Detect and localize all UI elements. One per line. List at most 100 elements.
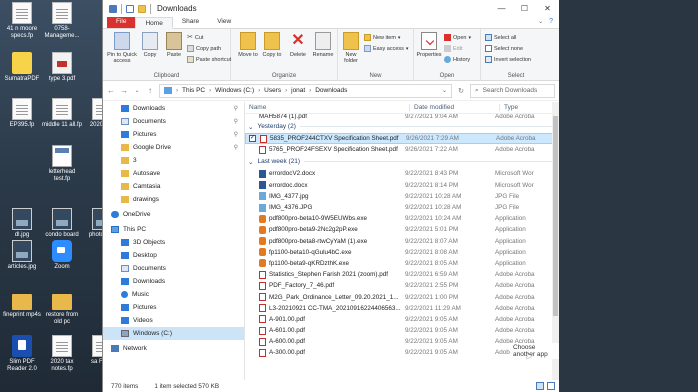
details-view-icon[interactable]: [536, 382, 544, 390]
breadcrumb-item[interactable]: Users: [264, 87, 281, 94]
nav-item[interactable]: Music: [103, 288, 244, 301]
nav-item[interactable]: Videos: [103, 314, 244, 327]
nav-item[interactable]: Documents ⚲: [103, 115, 244, 128]
rename-button[interactable]: Rename: [310, 32, 336, 58]
large-icons-view-icon[interactable]: [547, 382, 555, 390]
file-row[interactable]: PDF_Factory_7_46.pdf 9/22/2021 2:55 PM Ado…: [245, 280, 559, 291]
nav-item[interactable]: Autosave: [103, 167, 244, 180]
desktop-icon[interactable]: restore from old pc: [42, 288, 82, 326]
breadcrumb-item[interactable]: jonat: [291, 87, 305, 94]
easy-access-button[interactable]: Easy access ▾: [364, 45, 408, 52]
file-row-partial[interactable]: MAH5874 (1).pdf 9/27/2021 9:04 AM Adobe Ac…: [245, 114, 559, 120]
nav-item[interactable]: Documents: [103, 262, 244, 275]
file-row[interactable]: 5765_PROF24FSEXV Specification Sheet.pdf…: [245, 144, 559, 155]
column-name[interactable]: Name: [245, 104, 409, 111]
desktop-icon[interactable]: fineprint mp4s: [2, 288, 42, 319]
recent-locations-icon[interactable]: ⌄: [133, 87, 141, 94]
nav-item[interactable]: Camtasia: [103, 180, 244, 193]
file-row[interactable]: ✓ 5835_PROF244CTXV Specification Sheet.pd…: [245, 133, 559, 145]
tab-home[interactable]: Home: [135, 17, 173, 29]
pin-to-quick-access-button[interactable]: Pin to Quick access: [107, 32, 137, 64]
desktop-icon[interactable]: type 3.pdf: [42, 52, 82, 83]
desktop-icon[interactable]: 41 n moore specs.fp: [2, 2, 42, 40]
desktop-icon[interactable]: condo board: [42, 208, 82, 239]
search-box[interactable]: ⌕ Search Downloads: [470, 83, 555, 98]
back-arrow-icon[interactable]: ←: [107, 86, 115, 95]
file-row[interactable]: pdf800pro-beta10-9W5EUWbs.exe 9/22/2021 1…: [245, 213, 559, 224]
new-folder-icon[interactable]: [138, 4, 146, 13]
file-row[interactable]: pdf800pro-beta9-2Nc2g2pP.exe 9/22/2021 5:…: [245, 224, 559, 235]
paste-shortcut-button[interactable]: Paste shortcut: [187, 56, 231, 63]
file-row[interactable]: IMG_4376.JPG 9/22/2021 10:28 AM JPG File: [245, 202, 559, 213]
group-header-lastweek[interactable]: ⌄ Last week (21): [245, 155, 559, 168]
nav-item[interactable]: Pictures: [103, 301, 244, 314]
copy-button[interactable]: Copy: [139, 32, 161, 58]
chevron-down-icon[interactable]: ⌄: [248, 158, 253, 166]
forward-arrow-icon[interactable]: →: [120, 86, 128, 95]
breadcrumb[interactable]: › This PC › Windows (C:) › Users › jonat › Downlo…: [159, 83, 452, 98]
nav-item[interactable]: Google Drive ⚲: [103, 141, 244, 154]
close-button[interactable]: ✕: [536, 0, 559, 16]
file-row[interactable]: pdf800pro-beta8-rtwCyYaM (1).exe 9/22/202…: [245, 236, 559, 247]
desktop-icon[interactable]: letterhead test.fp: [42, 145, 82, 183]
nav-item[interactable]: This PC: [103, 223, 244, 236]
file-row[interactable]: errordoc.docx 9/22/2021 8:14 PM Microsoft …: [245, 180, 559, 191]
nav-item[interactable]: Windows (C:): [103, 327, 244, 340]
file-row[interactable]: IMG_4377.jpg 9/22/2021 10:28 AM JPG File: [245, 191, 559, 202]
select-all-button[interactable]: Select all: [485, 34, 516, 41]
desktop-icon[interactable]: dl.jpg: [2, 208, 42, 239]
ribbon-collapse-icon[interactable]: ⌄: [534, 16, 547, 28]
column-type[interactable]: Type: [499, 104, 559, 111]
breadcrumb-item[interactable]: This PC: [182, 87, 205, 94]
nav-item[interactable]: Network: [103, 342, 244, 355]
file-row[interactable]: A-601.00.pdf 9/22/2021 9:05 AM Adobe Acrob…: [245, 325, 559, 336]
tab-file[interactable]: File: [107, 16, 136, 28]
nav-item[interactable]: drawings: [103, 193, 244, 206]
file-row[interactable]: fp1100-beta9-qKRDzthK.exe 9/22/2021 8:05 …: [245, 258, 559, 269]
minimize-button[interactable]: —: [490, 0, 513, 16]
desktop-icon[interactable]: 2020 tax notes.fp: [42, 335, 82, 373]
paste-button[interactable]: Paste: [163, 32, 185, 58]
desktop-icon[interactable]: middle 11 all.fp: [42, 98, 82, 129]
nav-item[interactable]: Downloads ⚲: [103, 102, 244, 115]
open-button[interactable]: Open ▾: [444, 34, 471, 41]
file-row[interactable]: A-901.00.pdf 9/22/2021 9:05 AM Adobe Acrob…: [245, 314, 559, 325]
file-row[interactable]: errordocV2.docx 9/22/2021 8:43 PM Microsof…: [245, 168, 559, 179]
nav-item[interactable]: Desktop: [103, 249, 244, 262]
file-row[interactable]: M2G_Park_Ordinance_Letter_09.20.2021_1..…: [245, 291, 559, 302]
desktop-icon[interactable]: SumatraPDF: [2, 52, 42, 83]
desktop-icon[interactable]: Zoom: [42, 240, 82, 271]
copy-path-button[interactable]: Copy path: [187, 45, 221, 52]
move-to-button[interactable]: Move to: [237, 32, 259, 58]
file-row[interactable]: fp1100-beta10-qGulu4bC.exe 9/22/2021 8:08…: [245, 247, 559, 258]
desktop-icon[interactable]: EP395.fp: [2, 98, 42, 129]
group-header-yesterday[interactable]: ⌄ Yesterday (2): [245, 120, 559, 133]
select-none-button[interactable]: Select none: [485, 45, 523, 52]
nav-item[interactable]: 3D Objects: [103, 236, 244, 249]
nav-item[interactable]: OneDrive: [103, 208, 244, 221]
refresh-icon[interactable]: ↻: [457, 87, 465, 95]
desktop-icon[interactable]: 0758-Manageme...: [42, 2, 82, 40]
desktop-icon[interactable]: articles.jpg: [2, 240, 42, 271]
breadcrumb-item[interactable]: Downloads: [315, 87, 347, 94]
new-item-button[interactable]: New item ▾: [364, 34, 400, 41]
breadcrumb-item[interactable]: Windows (C:): [215, 87, 254, 94]
column-date-modified[interactable]: Date modified: [409, 104, 499, 111]
up-arrow-icon[interactable]: ↑: [146, 86, 154, 95]
chevron-down-icon[interactable]: ⌄: [248, 123, 253, 131]
invert-selection-button[interactable]: Invert selection: [485, 56, 531, 63]
vertical-scrollbar[interactable]: [552, 102, 559, 380]
maximize-button[interactable]: ☐: [513, 0, 536, 16]
cut-button[interactable]: ✂ Cut: [187, 34, 203, 41]
copy-to-button[interactable]: Copy to: [261, 32, 283, 58]
file-row[interactable]: L3-20210921 CC-TMA_20210916224406563... 9…: [245, 303, 559, 314]
delete-button[interactable]: ✕ Delete: [287, 32, 309, 58]
tab-share[interactable]: Share: [173, 16, 208, 28]
file-row[interactable]: Statistics_Stephen Farish 2021 (zoom).pd…: [245, 269, 559, 280]
properties-icon[interactable]: [126, 4, 134, 13]
history-button[interactable]: History: [444, 56, 470, 63]
nav-item[interactable]: Pictures ⚲: [103, 128, 244, 141]
nav-item[interactable]: 3: [103, 154, 244, 167]
checkbox-checked-icon[interactable]: ✓: [249, 135, 256, 143]
new-folder-button[interactable]: New folder: [340, 32, 362, 64]
